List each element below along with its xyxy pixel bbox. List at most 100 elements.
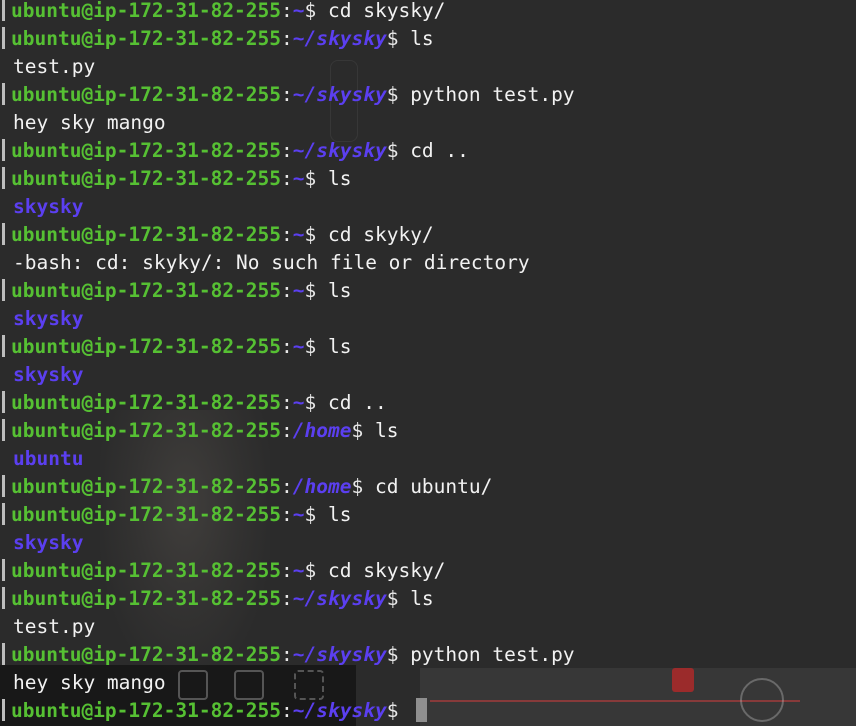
- prompt-line: ubuntu@ip-172-31-82-255:~/skysky$ python…: [0, 81, 575, 109]
- prompt-user-host: ubuntu@ip-172-31-82-255: [11, 27, 282, 50]
- prompt-dollar: $: [386, 587, 411, 610]
- prompt-path: ~: [292, 223, 305, 246]
- prompt-path: ~: [292, 279, 305, 302]
- prompt-line: ubuntu@ip-172-31-82-255:~/skysky$: [0, 697, 428, 725]
- prompt-dollar: $: [351, 475, 375, 498]
- output-line: -bash: cd: skyky/: No such file or direc…: [0, 249, 530, 277]
- prompt-colon: :: [281, 279, 293, 302]
- prompt-path: ~: [292, 503, 305, 526]
- command-text: ls: [374, 419, 399, 442]
- prompt-dollar: $: [351, 419, 375, 442]
- prompt-colon: :: [281, 139, 293, 162]
- output-line: hey sky mango: [0, 669, 166, 697]
- prompt-path: ~: [292, 0, 305, 22]
- prompt-colon: :: [281, 391, 293, 414]
- prompt-line: ubuntu@ip-172-31-82-255:~$ cd skysky/: [0, 0, 445, 25]
- output-line: skysky: [0, 529, 83, 557]
- prompt-colon: :: [281, 335, 293, 358]
- directory-listing: skysky: [13, 531, 84, 554]
- prompt-bracket-marker: [2, 419, 5, 441]
- output-text: test.py: [13, 615, 96, 638]
- prompt-colon: :: [281, 503, 293, 526]
- prompt-line: ubuntu@ip-172-31-82-255:~$ ls: [0, 333, 352, 361]
- prompt-line: ubuntu@ip-172-31-82-255:/home$ cd ubuntu…: [0, 473, 492, 501]
- prompt-dollar: $: [304, 279, 329, 302]
- prompt-line: ubuntu@ip-172-31-82-255:~$ ls: [0, 165, 352, 193]
- prompt-line: ubuntu@ip-172-31-82-255:~$ cd skysky/: [0, 557, 445, 585]
- prompt-colon: :: [281, 419, 293, 442]
- prompt-bracket-marker: [2, 335, 5, 357]
- directory-listing: skysky: [13, 307, 84, 330]
- prompt-user-host: ubuntu@ip-172-31-82-255: [11, 699, 282, 722]
- prompt-dollar: $: [304, 223, 329, 246]
- prompt-path: /home: [292, 419, 352, 442]
- output-line: test.py: [0, 613, 95, 641]
- command-text: cd ..: [328, 391, 387, 414]
- prompt-user-host: ubuntu@ip-172-31-82-255: [11, 503, 282, 526]
- output-text: test.py: [13, 55, 96, 78]
- prompt-colon: :: [281, 475, 293, 498]
- prompt-user-host: ubuntu@ip-172-31-82-255: [11, 83, 282, 106]
- prompt-path: ~/skysky: [292, 139, 387, 162]
- output-line: skysky: [0, 305, 83, 333]
- prompt-dollar: $: [304, 335, 329, 358]
- prompt-user-host: ubuntu@ip-172-31-82-255: [11, 279, 282, 302]
- prompt-dollar: $: [304, 0, 329, 22]
- prompt-line: ubuntu@ip-172-31-82-255:~/skysky$ python…: [0, 641, 575, 669]
- prompt-bracket-marker: [2, 559, 5, 581]
- prompt-bracket-marker: [2, 475, 5, 497]
- prompt-path: ~: [292, 391, 305, 414]
- output-line: test.py: [0, 53, 95, 81]
- prompt-bracket-marker: [2, 139, 5, 161]
- prompt-path: ~/skysky: [292, 27, 387, 50]
- command-text: cd ubuntu/: [374, 475, 493, 498]
- prompt-colon: :: [281, 83, 293, 106]
- command-text: ls: [328, 503, 352, 526]
- prompt-colon: :: [281, 223, 293, 246]
- prompt-dollar: $: [304, 167, 329, 190]
- directory-listing: ubuntu: [13, 447, 84, 470]
- prompt-bracket-marker: [2, 643, 5, 665]
- directory-listing: skysky: [13, 363, 84, 386]
- prompt-bracket-marker: [2, 223, 5, 245]
- command-text: python test.py: [410, 83, 575, 106]
- prompt-user-host: ubuntu@ip-172-31-82-255: [11, 223, 282, 246]
- prompt-user-host: ubuntu@ip-172-31-82-255: [11, 391, 282, 414]
- prompt-bracket-marker: [2, 83, 5, 105]
- prompt-path: ~: [292, 559, 305, 582]
- prompt-path: ~/skysky: [292, 699, 387, 722]
- terminal-window[interactable]: ubuntu@ip-172-31-82-255:~$ cd skysky/ubu…: [0, 0, 856, 726]
- prompt-dollar: $: [304, 391, 329, 414]
- prompt-user-host: ubuntu@ip-172-31-82-255: [11, 559, 282, 582]
- command-text: ls: [328, 167, 352, 190]
- prompt-colon: :: [281, 587, 293, 610]
- prompt-bracket-marker: [2, 699, 5, 721]
- prompt-path: ~/skysky: [292, 587, 387, 610]
- command-text: cd skysky/: [328, 559, 446, 582]
- output-text: hey sky mango: [13, 671, 166, 694]
- command-text: ls: [410, 587, 434, 610]
- prompt-colon: :: [281, 643, 293, 666]
- command-text: python test.py: [410, 643, 575, 666]
- prompt-bracket-marker: [2, 391, 5, 413]
- output-line: skysky: [0, 361, 83, 389]
- prompt-path: ~/skysky: [292, 83, 387, 106]
- prompt-dollar: $: [386, 643, 411, 666]
- prompt-bracket-marker: [2, 0, 5, 21]
- prompt-colon: :: [281, 27, 293, 50]
- prompt-line: ubuntu@ip-172-31-82-255:/home$ ls: [0, 417, 398, 445]
- prompt-line: ubuntu@ip-172-31-82-255:~/skysky$ cd ..: [0, 137, 469, 165]
- prompt-colon: :: [281, 559, 293, 582]
- prompt-line: ubuntu@ip-172-31-82-255:~$ ls: [0, 277, 352, 305]
- command-text: cd skyky/: [328, 223, 434, 246]
- prompt-user-host: ubuntu@ip-172-31-82-255: [11, 335, 282, 358]
- prompt-user-host: ubuntu@ip-172-31-82-255: [11, 419, 282, 442]
- output-text: -bash: cd: skyky/: No such file or direc…: [13, 251, 530, 274]
- prompt-dollar: $: [386, 27, 411, 50]
- prompt-user-host: ubuntu@ip-172-31-82-255: [11, 475, 282, 498]
- text-cursor[interactable]: [416, 698, 428, 722]
- prompt-line: ubuntu@ip-172-31-82-255:~$ cd skyky/: [0, 221, 434, 249]
- prompt-path: ~: [292, 167, 305, 190]
- directory-listing: skysky: [13, 195, 84, 218]
- prompt-path: /home: [292, 475, 352, 498]
